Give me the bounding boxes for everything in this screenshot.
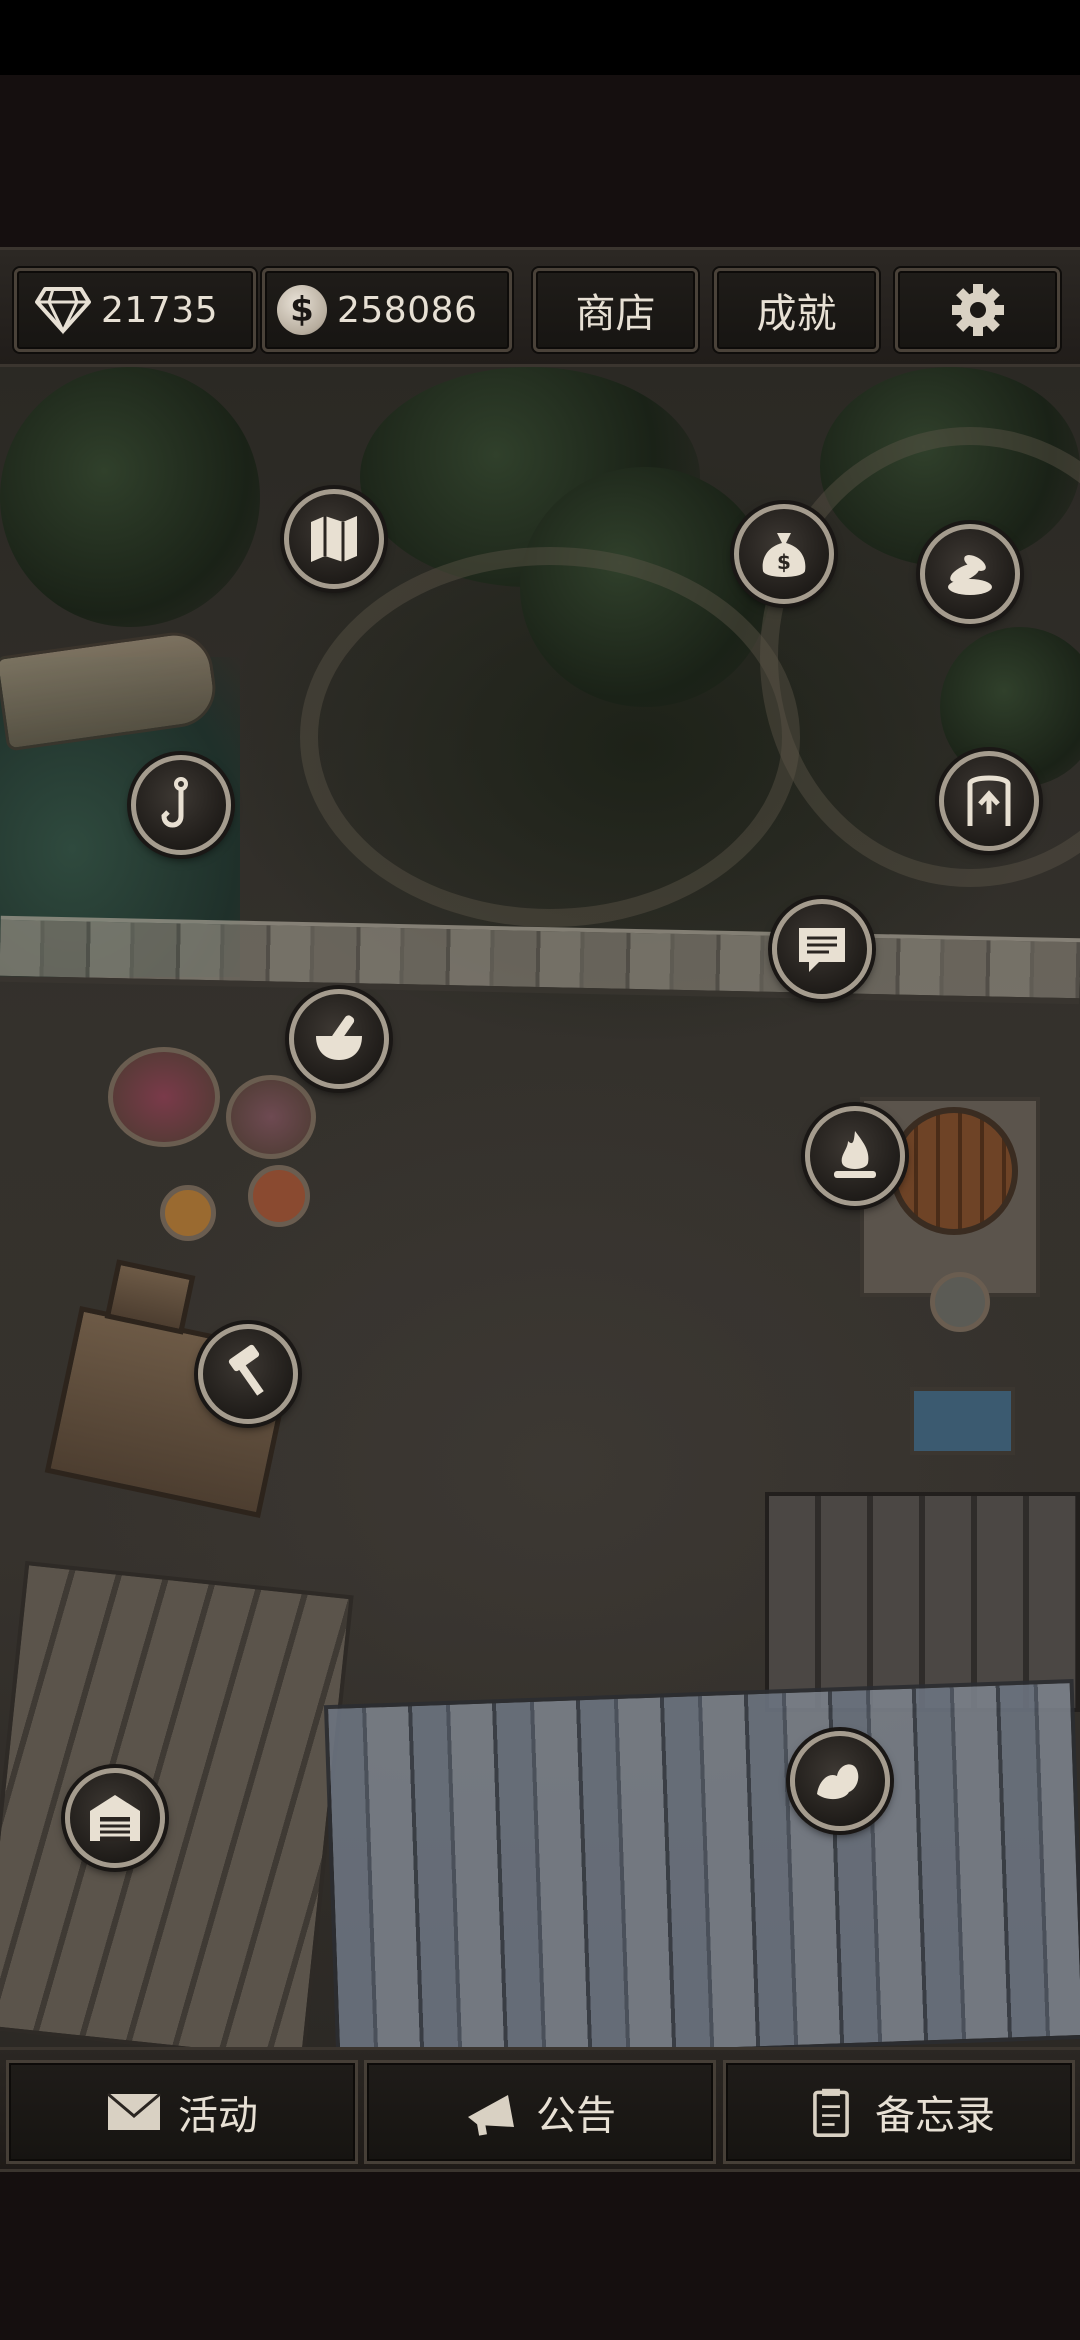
coin-counter: $ 258086 <box>262 268 512 352</box>
dollar-coin-icon: $ <box>277 285 327 335</box>
pot <box>160 1185 216 1241</box>
warehouse-icon[interactable] <box>65 1768 165 1868</box>
exit-glyph <box>967 775 1011 826</box>
planter <box>108 1047 220 1147</box>
pot <box>248 1165 310 1227</box>
coins-glyph <box>948 555 992 595</box>
map-icon-glyph <box>311 516 357 562</box>
map-icon[interactable] <box>284 489 384 589</box>
status-bar <box>0 0 1080 75</box>
events-label: 活动 <box>178 2093 258 2139</box>
warehouse-glyph <box>90 1795 140 1841</box>
planter <box>226 1075 316 1159</box>
wooden-deck <box>0 1561 354 2047</box>
gear-icon <box>951 284 1004 336</box>
shed-roof <box>765 1492 1080 1712</box>
arm-glyph <box>817 1764 859 1800</box>
chat-glyph <box>799 928 845 972</box>
fishing-hook-icon[interactable] <box>131 755 231 855</box>
top-resource-bar: 21735 $ 258086 商店 成就 <box>0 247 1080 367</box>
gem-counter: 21735 <box>14 268 256 352</box>
barrel-lid <box>890 1107 1018 1235</box>
top-spacer <box>0 75 1080 247</box>
memo-button[interactable]: 备忘录 <box>723 2060 1075 2164</box>
coins-hand-icon[interactable] <box>920 524 1020 624</box>
bottom-spacer <box>0 2172 1080 2340</box>
money-bag-glyph: $ <box>762 533 806 577</box>
metal-roof <box>323 1679 1080 2047</box>
exit-gate-icon[interactable] <box>939 751 1039 851</box>
message-icon[interactable] <box>772 899 872 999</box>
hook-glyph <box>161 777 188 828</box>
grill <box>930 1272 990 1332</box>
achievements-button[interactable]: 成就 <box>714 268 879 352</box>
announcement-label: 公告 <box>536 2093 616 2139</box>
base-map[interactable]: $ <box>0 367 1080 2047</box>
mortar-glyph <box>316 1015 362 1060</box>
megaphone-icon <box>468 2095 514 2136</box>
settings-button[interactable] <box>895 268 1060 352</box>
tree-cluster <box>0 367 260 627</box>
svg-text:$: $ <box>777 550 791 574</box>
stone-wall <box>0 915 1080 1005</box>
water-basin <box>910 1387 1015 1455</box>
mortar-pestle-icon[interactable] <box>289 989 389 1089</box>
memo-label: 备忘录 <box>875 2093 995 2139</box>
announcement-button[interactable]: 公告 <box>364 2060 716 2164</box>
diamond-icon <box>35 287 91 335</box>
fire-glyph <box>834 1131 876 1178</box>
hammer-glyph <box>228 1344 264 1396</box>
notepad-icon <box>813 2088 849 2137</box>
hammer-craft-icon[interactable] <box>198 1324 298 1424</box>
campfire-icon[interactable] <box>805 1106 905 1206</box>
strength-arm-icon[interactable] <box>790 1731 890 1831</box>
money-bag-icon[interactable]: $ <box>734 504 834 604</box>
shop-button[interactable]: 商店 <box>533 268 698 352</box>
bottom-nav: 活动 公告 备忘录 <box>0 2047 1080 2172</box>
events-button[interactable]: 活动 <box>6 2060 358 2164</box>
gem-count: 21735 <box>101 289 219 331</box>
coin-count: 258086 <box>337 289 478 331</box>
dirt-path <box>300 547 800 927</box>
envelope-icon <box>107 2092 161 2130</box>
